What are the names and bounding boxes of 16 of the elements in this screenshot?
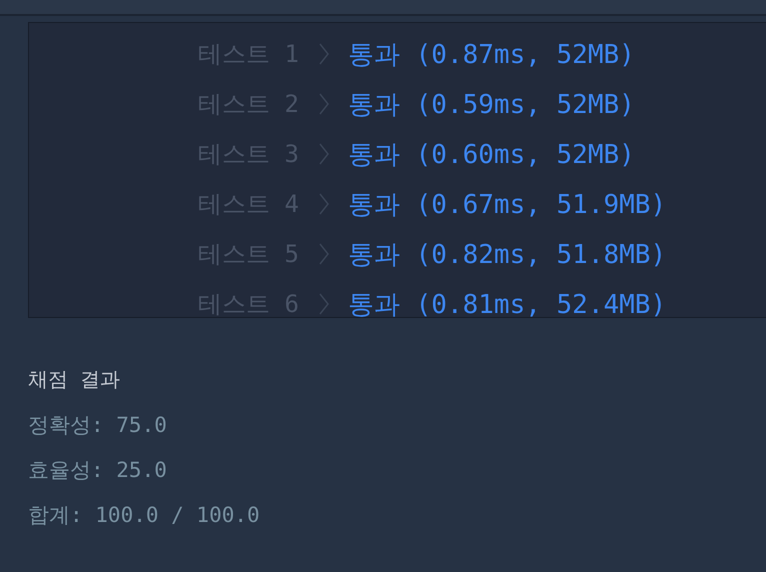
chevron-icon — [318, 192, 330, 216]
chevron-icon — [318, 292, 330, 316]
summary-title: 채점 결과 — [28, 366, 122, 393]
score-line: 합계: 100.0 / 100.0 — [28, 502, 261, 529]
score-line: 효율성: 25.0 — [28, 457, 168, 484]
chevron-icon — [318, 142, 330, 166]
score-line: 정확성: 75.0 — [28, 412, 168, 439]
test-result: 통과 (0.81ms, 52.4MB) — [348, 288, 666, 322]
chevron-icon — [318, 92, 330, 116]
test-result: 통과 (0.60ms, 52MB) — [348, 138, 635, 172]
test-result: 통과 (0.59ms, 52MB) — [348, 88, 635, 122]
chevron-icon — [318, 242, 330, 266]
test-result: 통과 (0.67ms, 51.9MB) — [348, 188, 666, 222]
test-result: 통과 (0.82ms, 51.8MB) — [348, 238, 666, 272]
test-result: 통과 (0.87ms, 52MB) — [348, 38, 635, 72]
chevron-icon — [318, 42, 330, 66]
